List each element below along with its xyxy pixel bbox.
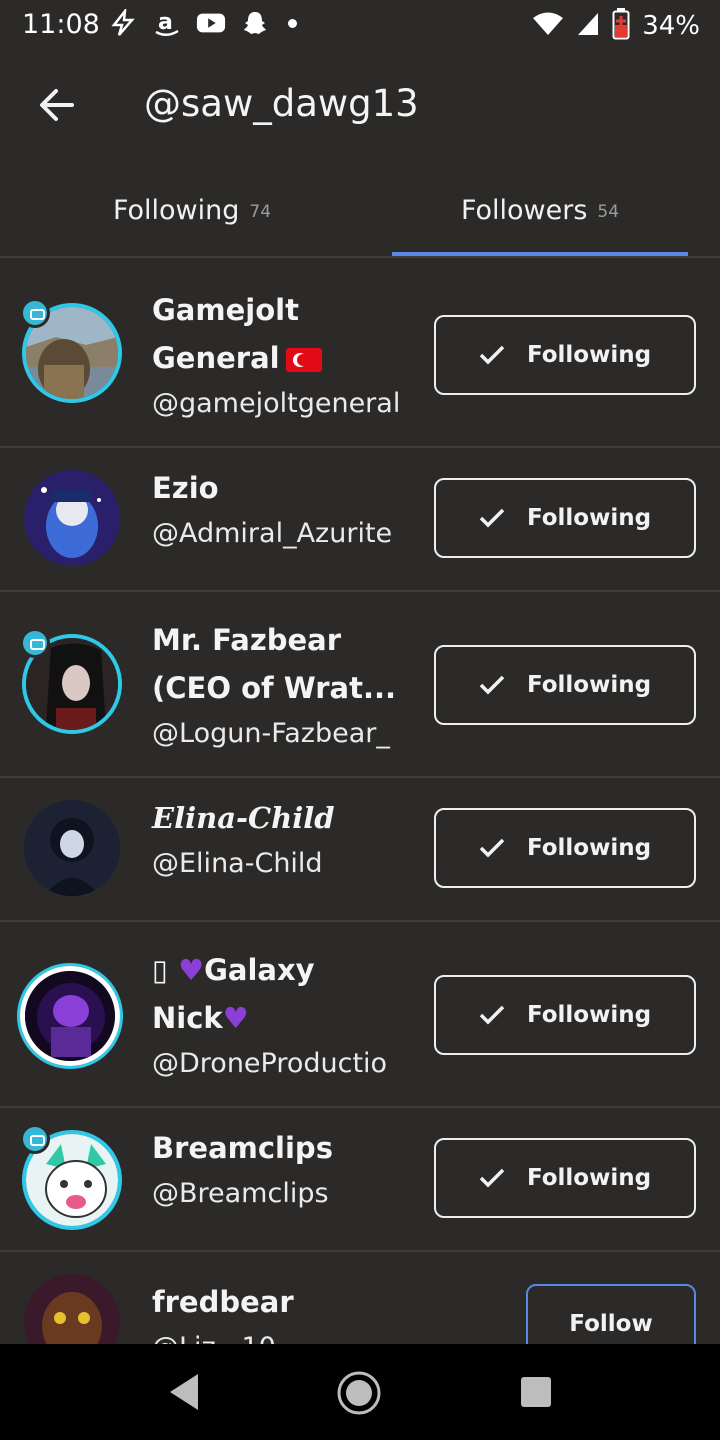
button-label: Follow [569, 1311, 653, 1337]
avatar[interactable] [24, 1274, 120, 1344]
user-handle: @DroneProductio [152, 1048, 388, 1079]
status-time: 11:08 [22, 9, 100, 40]
user-name: Ezio [152, 471, 219, 505]
nav-back-icon[interactable] [166, 1372, 200, 1412]
list-item[interactable]: Ezio @Admiral_Azurite Following [0, 448, 720, 592]
follow-button[interactable]: Follow [526, 1284, 696, 1344]
app-header: @saw_dawg13 [0, 52, 720, 162]
check-icon [479, 838, 505, 858]
list-item[interactable]: Gamejolt General @gamejoltgeneral Follow… [0, 262, 720, 448]
page-title: @saw_dawg13 [144, 82, 419, 125]
system-icons: 34% [532, 8, 700, 44]
status-bar: 11:08 a 34% [0, 0, 720, 52]
turkey-flag-icon [285, 348, 322, 372]
user-name: Elina-Child [152, 801, 335, 835]
tab-following[interactable]: Following 74 [44, 162, 340, 258]
tab-label: Following [112, 194, 240, 226]
list-item[interactable]: Breamclips @Breamclips Following [0, 1108, 720, 1252]
avatar[interactable] [20, 966, 120, 1066]
gamejolt-badge-icon [20, 628, 50, 658]
nav-home-icon[interactable] [336, 1370, 382, 1416]
tab-label: Followers [460, 194, 588, 226]
tab-count: 74 [249, 202, 272, 222]
tab-bar: Following 74 Followers 54 [0, 162, 720, 258]
battery-icon [612, 8, 630, 44]
user-name: Gamejolt General [152, 286, 412, 382]
tab-count: 54 [597, 202, 620, 222]
nav-recents-icon[interactable] [521, 1377, 551, 1407]
check-icon [479, 1168, 505, 1188]
following-button[interactable]: Following [434, 478, 696, 558]
battery-percent: 34% [642, 11, 700, 41]
user-handle: @gamejoltgeneral [152, 388, 401, 419]
following-button[interactable]: Following [434, 1138, 696, 1218]
button-label: Following [526, 835, 652, 861]
user-name: ▯ ♥Galaxy Nick♥ [152, 953, 315, 1035]
user-name: Breamclips [152, 1131, 333, 1165]
gamejolt-badge-icon [20, 298, 50, 328]
check-icon [479, 675, 505, 695]
snapchat-icon [240, 8, 270, 38]
arrow-left-icon [40, 89, 74, 121]
youtube-icon [196, 8, 226, 38]
list-item[interactable]: Elina-Child @Elina-Child Following [0, 778, 720, 922]
back-button[interactable] [36, 84, 78, 126]
flash-icon [108, 8, 138, 38]
wifi-icon [532, 11, 564, 41]
user-handle: @Admiral_Azurite [152, 518, 393, 549]
list-item[interactable]: fredbear @Liz...10 Follow [0, 1252, 720, 1344]
active-tab-indicator [392, 252, 688, 256]
following-button[interactable]: Following [434, 645, 696, 725]
button-label: Following [526, 1002, 652, 1028]
system-nav-bar [0, 1344, 720, 1440]
check-icon [479, 345, 505, 365]
tab-followers[interactable]: Followers 54 [392, 162, 688, 258]
svg-text:a: a [158, 10, 173, 35]
user-handle: @Logun-Fazbear_ [152, 718, 390, 749]
user-name: fredbear [152, 1285, 294, 1319]
gamejolt-badge-icon [20, 1124, 50, 1154]
notification-icons: a [108, 8, 297, 38]
list-item[interactable]: ▯ ♥Galaxy Nick♥ @DroneProductio Followin… [0, 922, 720, 1108]
button-label: Following [526, 342, 652, 368]
check-icon [479, 508, 505, 528]
dot-icon [288, 18, 297, 28]
bracket-icon: ▯ [152, 953, 168, 987]
amazon-icon: a [152, 8, 182, 38]
following-button[interactable]: Following [434, 808, 696, 888]
user-handle: @Liz...10 [152, 1328, 402, 1344]
button-label: Following [526, 672, 652, 698]
purple-heart-icon: ♥ [178, 953, 205, 987]
followers-list: Gamejolt General @gamejoltgeneral Follow… [0, 262, 720, 1344]
user-handle: @Elina-Child [152, 848, 323, 879]
following-button[interactable]: Following [434, 315, 696, 395]
list-item[interactable]: Mr. Fazbear (CEO of Wrat... @Logun-Fazbe… [0, 592, 720, 778]
button-label: Following [526, 505, 652, 531]
avatar[interactable] [24, 470, 120, 566]
check-icon [479, 1005, 505, 1025]
button-label: Following [526, 1165, 652, 1191]
signal-icon [576, 11, 600, 41]
avatar[interactable] [24, 800, 120, 896]
user-handle: @Breamclips [152, 1178, 329, 1209]
following-button[interactable]: Following [434, 975, 696, 1055]
user-name: Mr. Fazbear (CEO of Wrat... [152, 623, 396, 705]
purple-heart-icon: ♥ [222, 1001, 249, 1035]
